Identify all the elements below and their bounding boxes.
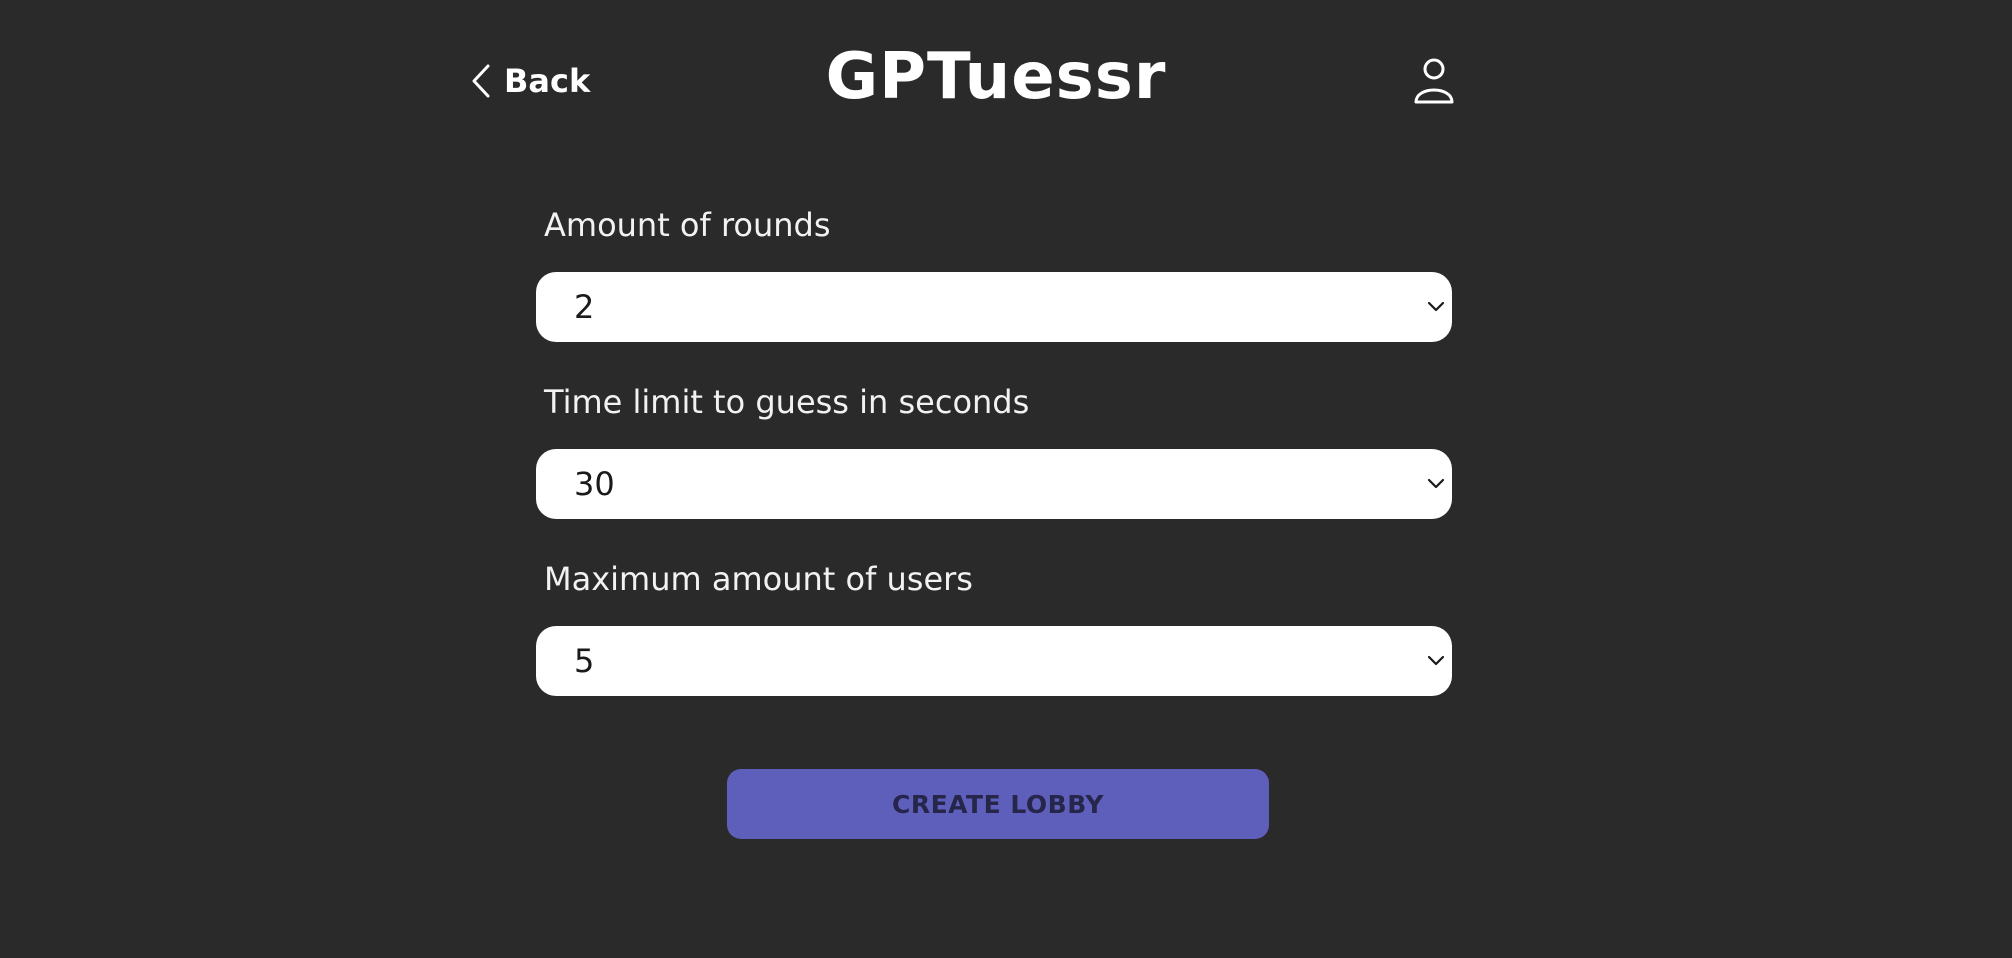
time-limit-select[interactable]: 30: [536, 449, 1452, 519]
max-users-label: Maximum amount of users: [544, 560, 973, 598]
max-users-select[interactable]: 5: [536, 626, 1452, 696]
time-limit-label: Time limit to guess in seconds: [544, 383, 1030, 421]
max-users-value: 5: [574, 642, 595, 680]
app-title: GPTuessr: [825, 40, 1167, 114]
time-limit-value: 30: [574, 465, 615, 503]
rounds-label: Amount of rounds: [544, 206, 831, 244]
create-lobby-button[interactable]: CREATE LOBBY: [727, 769, 1269, 839]
user-icon[interactable]: [1410, 56, 1458, 106]
chevron-down-icon: [1426, 475, 1446, 489]
chevron-down-icon: [1426, 298, 1446, 312]
create-lobby-page: Back GPTuessr Amount of rounds 2 Time li…: [0, 0, 2012, 958]
rounds-select[interactable]: 2: [536, 272, 1452, 342]
chevron-down-icon: [1426, 652, 1446, 666]
rounds-value: 2: [574, 288, 595, 326]
